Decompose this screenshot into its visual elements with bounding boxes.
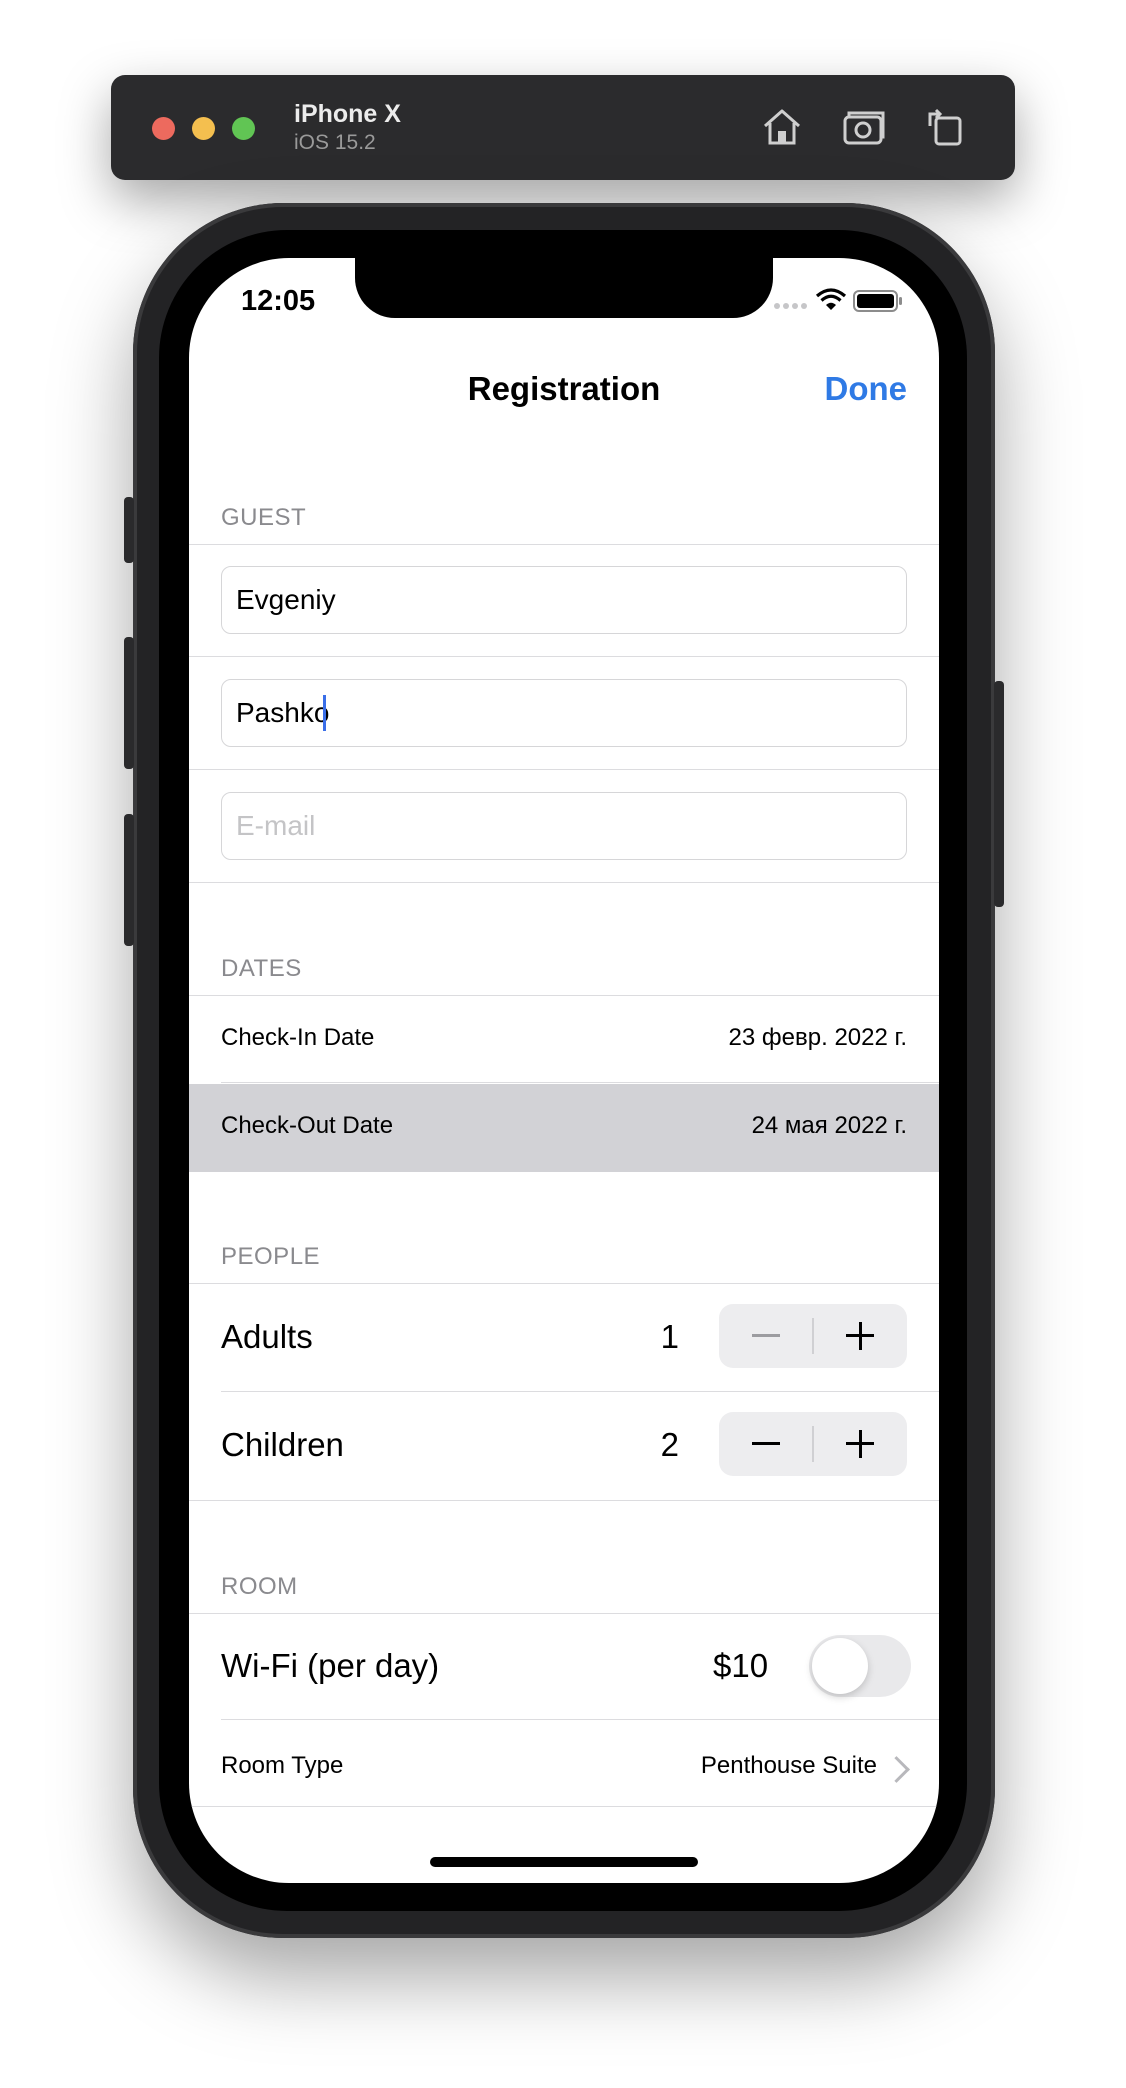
- close-window-button[interactable]: [152, 117, 175, 140]
- children-increment-button[interactable]: [813, 1412, 907, 1476]
- separator: [189, 882, 939, 883]
- separator: [189, 656, 939, 657]
- wifi-label: Wi-Fi (per day): [221, 1647, 440, 1684]
- status-icons: [774, 288, 902, 312]
- room-section-header: ROOM: [221, 1573, 298, 1600]
- wifi-price: $10: [713, 1647, 769, 1684]
- check-out-value: 24 мая 2022 г.: [751, 1112, 907, 1139]
- volume-up-button: [124, 637, 134, 769]
- zoom-window-button[interactable]: [232, 117, 255, 140]
- email-field[interactable]: [221, 792, 907, 860]
- separator: [221, 1719, 939, 1720]
- notch: [355, 258, 773, 318]
- children-count: 2: [660, 1426, 679, 1463]
- power-button: [994, 681, 1004, 907]
- minus-icon: [752, 1334, 780, 1337]
- children-decrement-button[interactable]: [719, 1412, 813, 1476]
- separator: [189, 995, 939, 996]
- phone-screen: 12:05 Registration Done GUEST DATES Chec…: [189, 258, 939, 1883]
- minimize-window-button[interactable]: [192, 117, 215, 140]
- chevron-right-icon: [883, 1756, 910, 1783]
- simulator-device-name: iPhone X: [294, 100, 401, 128]
- separator: [189, 1500, 939, 1501]
- home-icon[interactable]: [759, 104, 805, 150]
- minus-icon: [752, 1442, 780, 1445]
- children-stepper[interactable]: [719, 1412, 907, 1476]
- adults-stepper[interactable]: [719, 1304, 907, 1368]
- simulator-os-version: iOS 15.2: [294, 131, 376, 154]
- wifi-icon: [815, 288, 847, 310]
- separator: [189, 544, 939, 545]
- check-out-label: Check-Out Date: [221, 1112, 394, 1139]
- text-cursor: [323, 695, 326, 731]
- home-indicator: [430, 1857, 698, 1867]
- first-name-field[interactable]: [221, 566, 907, 634]
- signal-icon: [774, 303, 807, 309]
- dates-section-header: DATES: [221, 955, 302, 982]
- room-type-label: Room Type: [221, 1752, 344, 1779]
- screenshot-icon[interactable]: [841, 104, 887, 150]
- wifi-toggle[interactable]: [809, 1635, 911, 1697]
- separator: [189, 1283, 939, 1284]
- adults-count: 1: [660, 1318, 679, 1355]
- check-in-label: Check-In Date: [221, 1024, 375, 1051]
- status-time: 12:05: [241, 285, 316, 317]
- guest-section-header: GUEST: [221, 504, 307, 531]
- check-out-row[interactable]: Check-Out Date 24 мая 2022 г.: [189, 1084, 939, 1172]
- separator: [189, 769, 939, 770]
- volume-down-button: [124, 814, 134, 946]
- adults-increment-button[interactable]: [813, 1304, 907, 1368]
- toggle-knob: [812, 1638, 868, 1694]
- silent-switch: [124, 497, 134, 563]
- adults-label: Adults: [221, 1318, 313, 1355]
- people-section-header: PEOPLE: [221, 1243, 321, 1270]
- separator: [189, 1613, 939, 1614]
- rotate-icon[interactable]: [922, 104, 968, 150]
- children-label: Children: [221, 1426, 344, 1463]
- separator: [221, 1391, 939, 1392]
- room-type-value: Penthouse Suite: [700, 1752, 877, 1779]
- separator: [189, 1806, 939, 1807]
- done-button[interactable]: Done: [825, 370, 908, 408]
- adults-decrement-button[interactable]: [719, 1304, 813, 1368]
- separator: [221, 1082, 939, 1083]
- battery-icon: [853, 290, 902, 312]
- check-in-value: 23 февр. 2022 г.: [728, 1024, 907, 1051]
